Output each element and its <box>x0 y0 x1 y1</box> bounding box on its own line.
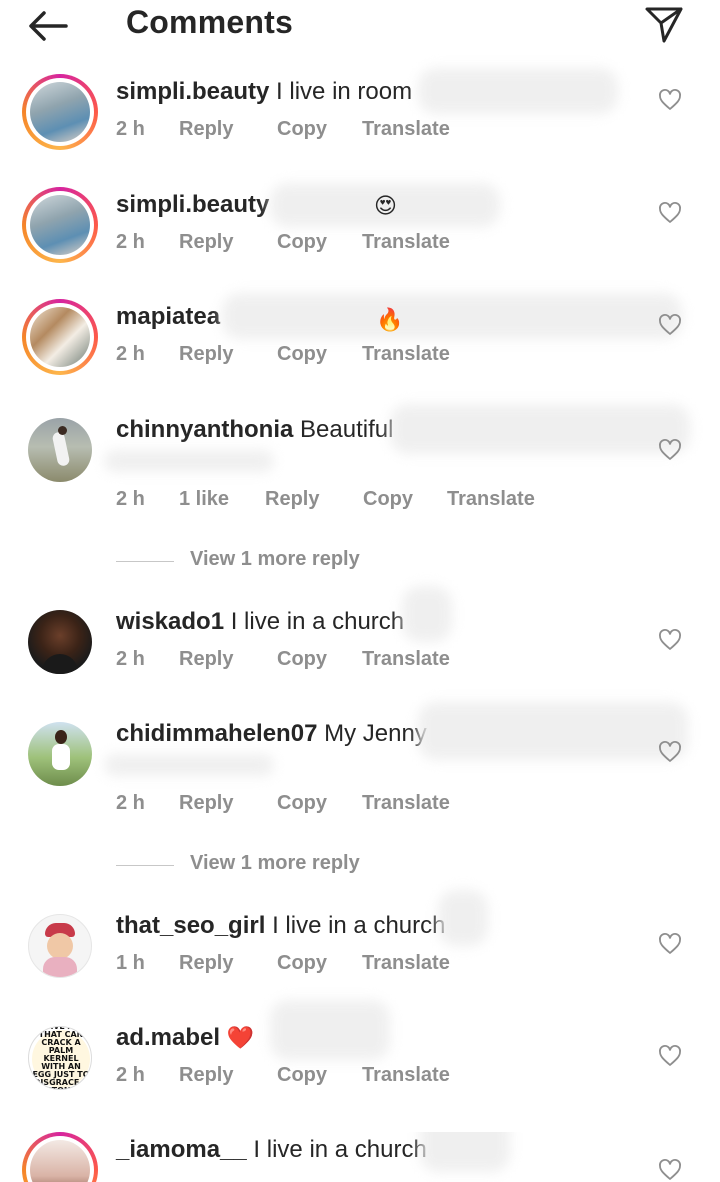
reply-button[interactable]: Reply <box>179 231 233 254</box>
comment-text: My Jenny <box>324 720 427 747</box>
like-count[interactable]: 1 like <box>179 488 229 511</box>
comment-item: _iamoma__ I live in a church <box>0 1132 720 1182</box>
reply-button[interactable]: Reply <box>179 343 233 366</box>
comment-time: 2 h <box>116 343 145 365</box>
comment-item: chinnyanthonia Beautiful 2 h 1 like Repl… <box>0 404 720 522</box>
comment-item: simpli.beauty 😍 2 h Reply Copy Translate <box>0 183 720 297</box>
heart-icon[interactable] <box>658 628 682 652</box>
copy-button[interactable]: Copy <box>277 231 327 254</box>
comment-item: wiskado1 I live in a church 2 h Reply Co… <box>0 586 720 714</box>
heart-icon[interactable] <box>658 313 682 337</box>
reply-button[interactable]: Reply <box>179 118 233 141</box>
translate-button[interactable]: Translate <box>362 648 450 671</box>
reply-button[interactable]: Reply <box>179 952 233 975</box>
comment-username[interactable]: mapiatea <box>116 303 220 330</box>
comment-time: 2 h <box>116 648 145 670</box>
copy-button[interactable]: Copy <box>277 952 327 975</box>
avatar[interactable] <box>22 187 98 263</box>
reply-button[interactable]: Reply <box>179 1064 233 1087</box>
reply-button[interactable]: Reply <box>179 792 233 815</box>
translate-button[interactable]: Translate <box>362 952 450 975</box>
comment-time: 2 h <box>116 792 145 814</box>
copy-button[interactable]: Copy <box>277 118 327 141</box>
view-more-label[interactable]: View 1 more reply <box>190 852 360 875</box>
comment-emoji: 😍 <box>374 193 397 218</box>
comment-item: SERVE A GI THAT CAN CRACK A PALM KERNEL … <box>0 1000 720 1130</box>
divider <box>116 561 174 562</box>
comment-emoji: 🔥 <box>376 307 404 332</box>
divider <box>116 865 174 866</box>
comment-username[interactable]: wiskado1 <box>116 608 224 635</box>
copy-button[interactable]: Copy <box>363 488 413 511</box>
comment-item: simpli.beauty I live in room 2 h Reply C… <box>0 68 720 184</box>
comment-item: chidimmahelen07 My Jenny 2 h Reply Copy … <box>0 702 720 826</box>
comment-text: I live in a church <box>230 608 405 635</box>
avatar[interactable] <box>28 418 92 482</box>
view-more-replies[interactable]: View 1 more reply <box>116 548 416 576</box>
avatar[interactable] <box>28 914 92 978</box>
heart-icon[interactable] <box>658 740 682 764</box>
heart-icon[interactable] <box>658 438 682 462</box>
comment-username[interactable]: ad.mabel <box>116 1024 220 1051</box>
avatar[interactable] <box>28 610 92 674</box>
copy-button[interactable]: Copy <box>277 648 327 671</box>
comment-username[interactable]: _iamoma__ <box>116 1136 247 1163</box>
comment-text: Beautiful <box>300 416 394 443</box>
comment-text: I live in a church <box>272 912 446 939</box>
view-more-replies[interactable]: View 1 more reply <box>116 852 416 880</box>
comment-username[interactable]: that_seo_girl <box>116 912 265 939</box>
comment-time: 2 h <box>116 118 145 140</box>
copy-button[interactable]: Copy <box>277 792 327 815</box>
translate-button[interactable]: Translate <box>447 488 535 511</box>
heart-icon[interactable] <box>658 1158 682 1182</box>
avatar[interactable] <box>22 1132 98 1182</box>
heart-icon[interactable] <box>658 88 682 112</box>
comment-item: mapiatea 🔥 2 h Reply Copy Translate <box>0 293 720 409</box>
comment-username[interactable]: chinnyanthonia <box>116 416 293 443</box>
avatar-caption: SERVE A GI THAT CAN CRACK A PALM KERNEL … <box>32 1026 90 1089</box>
comment-time: 1 h <box>116 952 145 974</box>
comment-username[interactable]: simpli.beauty <box>116 78 269 105</box>
translate-button[interactable]: Translate <box>362 343 450 366</box>
top-bar: Comments <box>0 0 720 52</box>
reply-button[interactable]: Reply <box>179 648 233 671</box>
comment-username[interactable]: chidimmahelen07 <box>116 720 317 747</box>
paper-plane-icon[interactable] <box>644 4 684 44</box>
translate-button[interactable]: Translate <box>362 792 450 815</box>
copy-button[interactable]: Copy <box>277 1064 327 1087</box>
comment-emoji: ❤️ <box>226 1025 255 1050</box>
heart-icon[interactable] <box>658 201 682 225</box>
reply-button[interactable]: Reply <box>265 488 319 511</box>
comment-time: 2 h <box>116 488 145 510</box>
translate-button[interactable]: Translate <box>362 118 450 141</box>
heart-icon[interactable] <box>658 932 682 956</box>
comment-text: I live in a church <box>253 1136 427 1163</box>
avatar[interactable] <box>28 722 92 786</box>
avatar[interactable] <box>22 299 98 375</box>
comment-text: I live in room <box>276 78 413 105</box>
translate-button[interactable]: Translate <box>362 231 450 254</box>
heart-icon[interactable] <box>658 1044 682 1068</box>
comment-username[interactable]: simpli.beauty <box>116 191 269 218</box>
page-title: Comments <box>126 4 293 40</box>
arrow-left-icon[interactable] <box>26 8 70 44</box>
view-more-label[interactable]: View 1 more reply <box>190 548 360 571</box>
copy-button[interactable]: Copy <box>277 343 327 366</box>
avatar[interactable] <box>22 74 98 150</box>
translate-button[interactable]: Translate <box>362 1064 450 1087</box>
avatar[interactable]: SERVE A GI THAT CAN CRACK A PALM KERNEL … <box>28 1026 92 1090</box>
comment-time: 2 h <box>116 231 145 253</box>
comment-time: 2 h <box>116 1064 145 1086</box>
